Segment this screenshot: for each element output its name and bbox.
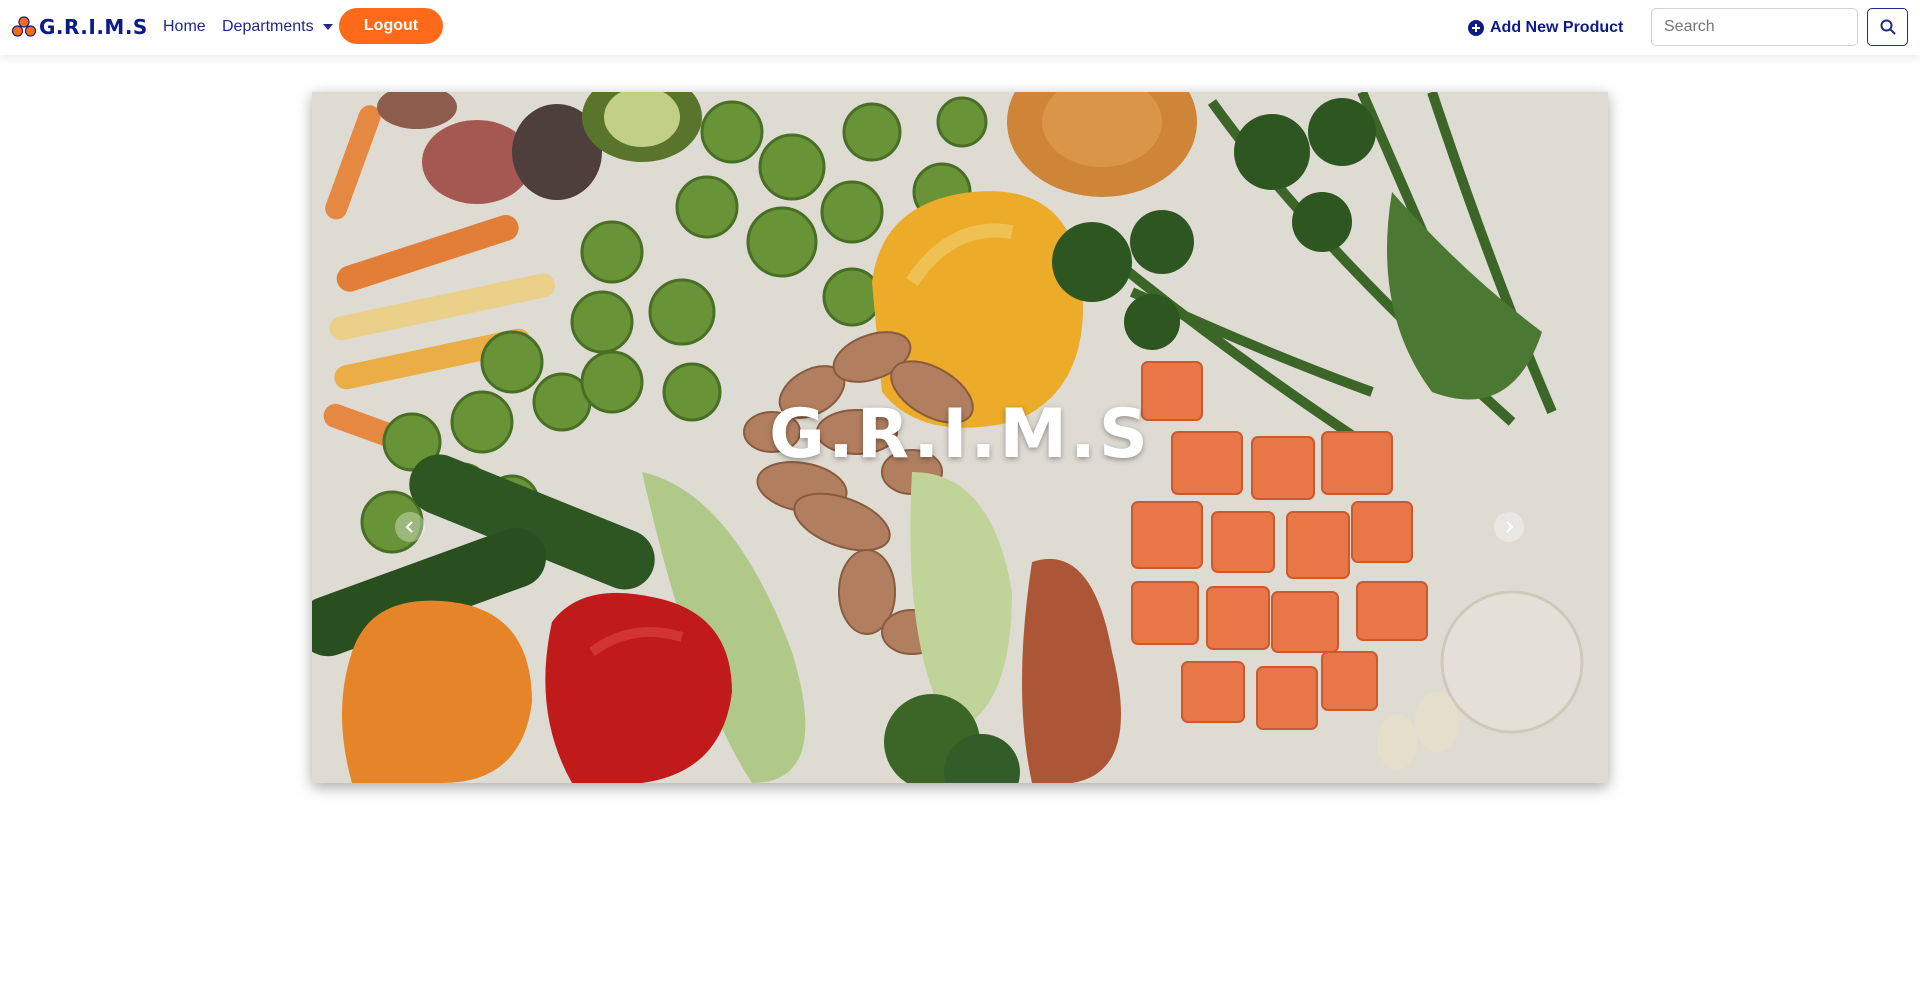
search-icon [1880, 19, 1895, 35]
plus-circle-icon [1468, 20, 1484, 36]
nav-home-link[interactable]: Home [163, 18, 206, 36]
nav-departments-label: Departments [222, 18, 314, 35]
chevron-right-icon [1506, 521, 1514, 533]
brand-name: G.R.I.M.S [39, 15, 148, 39]
grims-logo-icon [11, 16, 37, 37]
chevron-left-icon [405, 521, 413, 533]
hero-carousel: G.R.I.M.S [312, 92, 1608, 783]
carousel-caption: G.R.I.M.S [769, 395, 1151, 474]
add-new-product-label: Add New Product [1490, 19, 1624, 36]
search-button[interactable] [1867, 8, 1908, 46]
carousel-next-button[interactable] [1494, 512, 1524, 542]
caret-down-icon [322, 24, 333, 30]
search-input[interactable] [1651, 8, 1858, 46]
brand-link[interactable]: G.R.I.M.S [11, 14, 148, 40]
carousel-prev-button[interactable] [395, 512, 425, 542]
nav-departments-dropdown[interactable]: Departments [222, 18, 333, 36]
logout-button[interactable]: Logout [339, 8, 443, 44]
navbar: G.R.I.M.S Home Departments Logout Add Ne… [0, 0, 1920, 55]
add-new-product-link[interactable]: Add New Product [1468, 17, 1623, 39]
